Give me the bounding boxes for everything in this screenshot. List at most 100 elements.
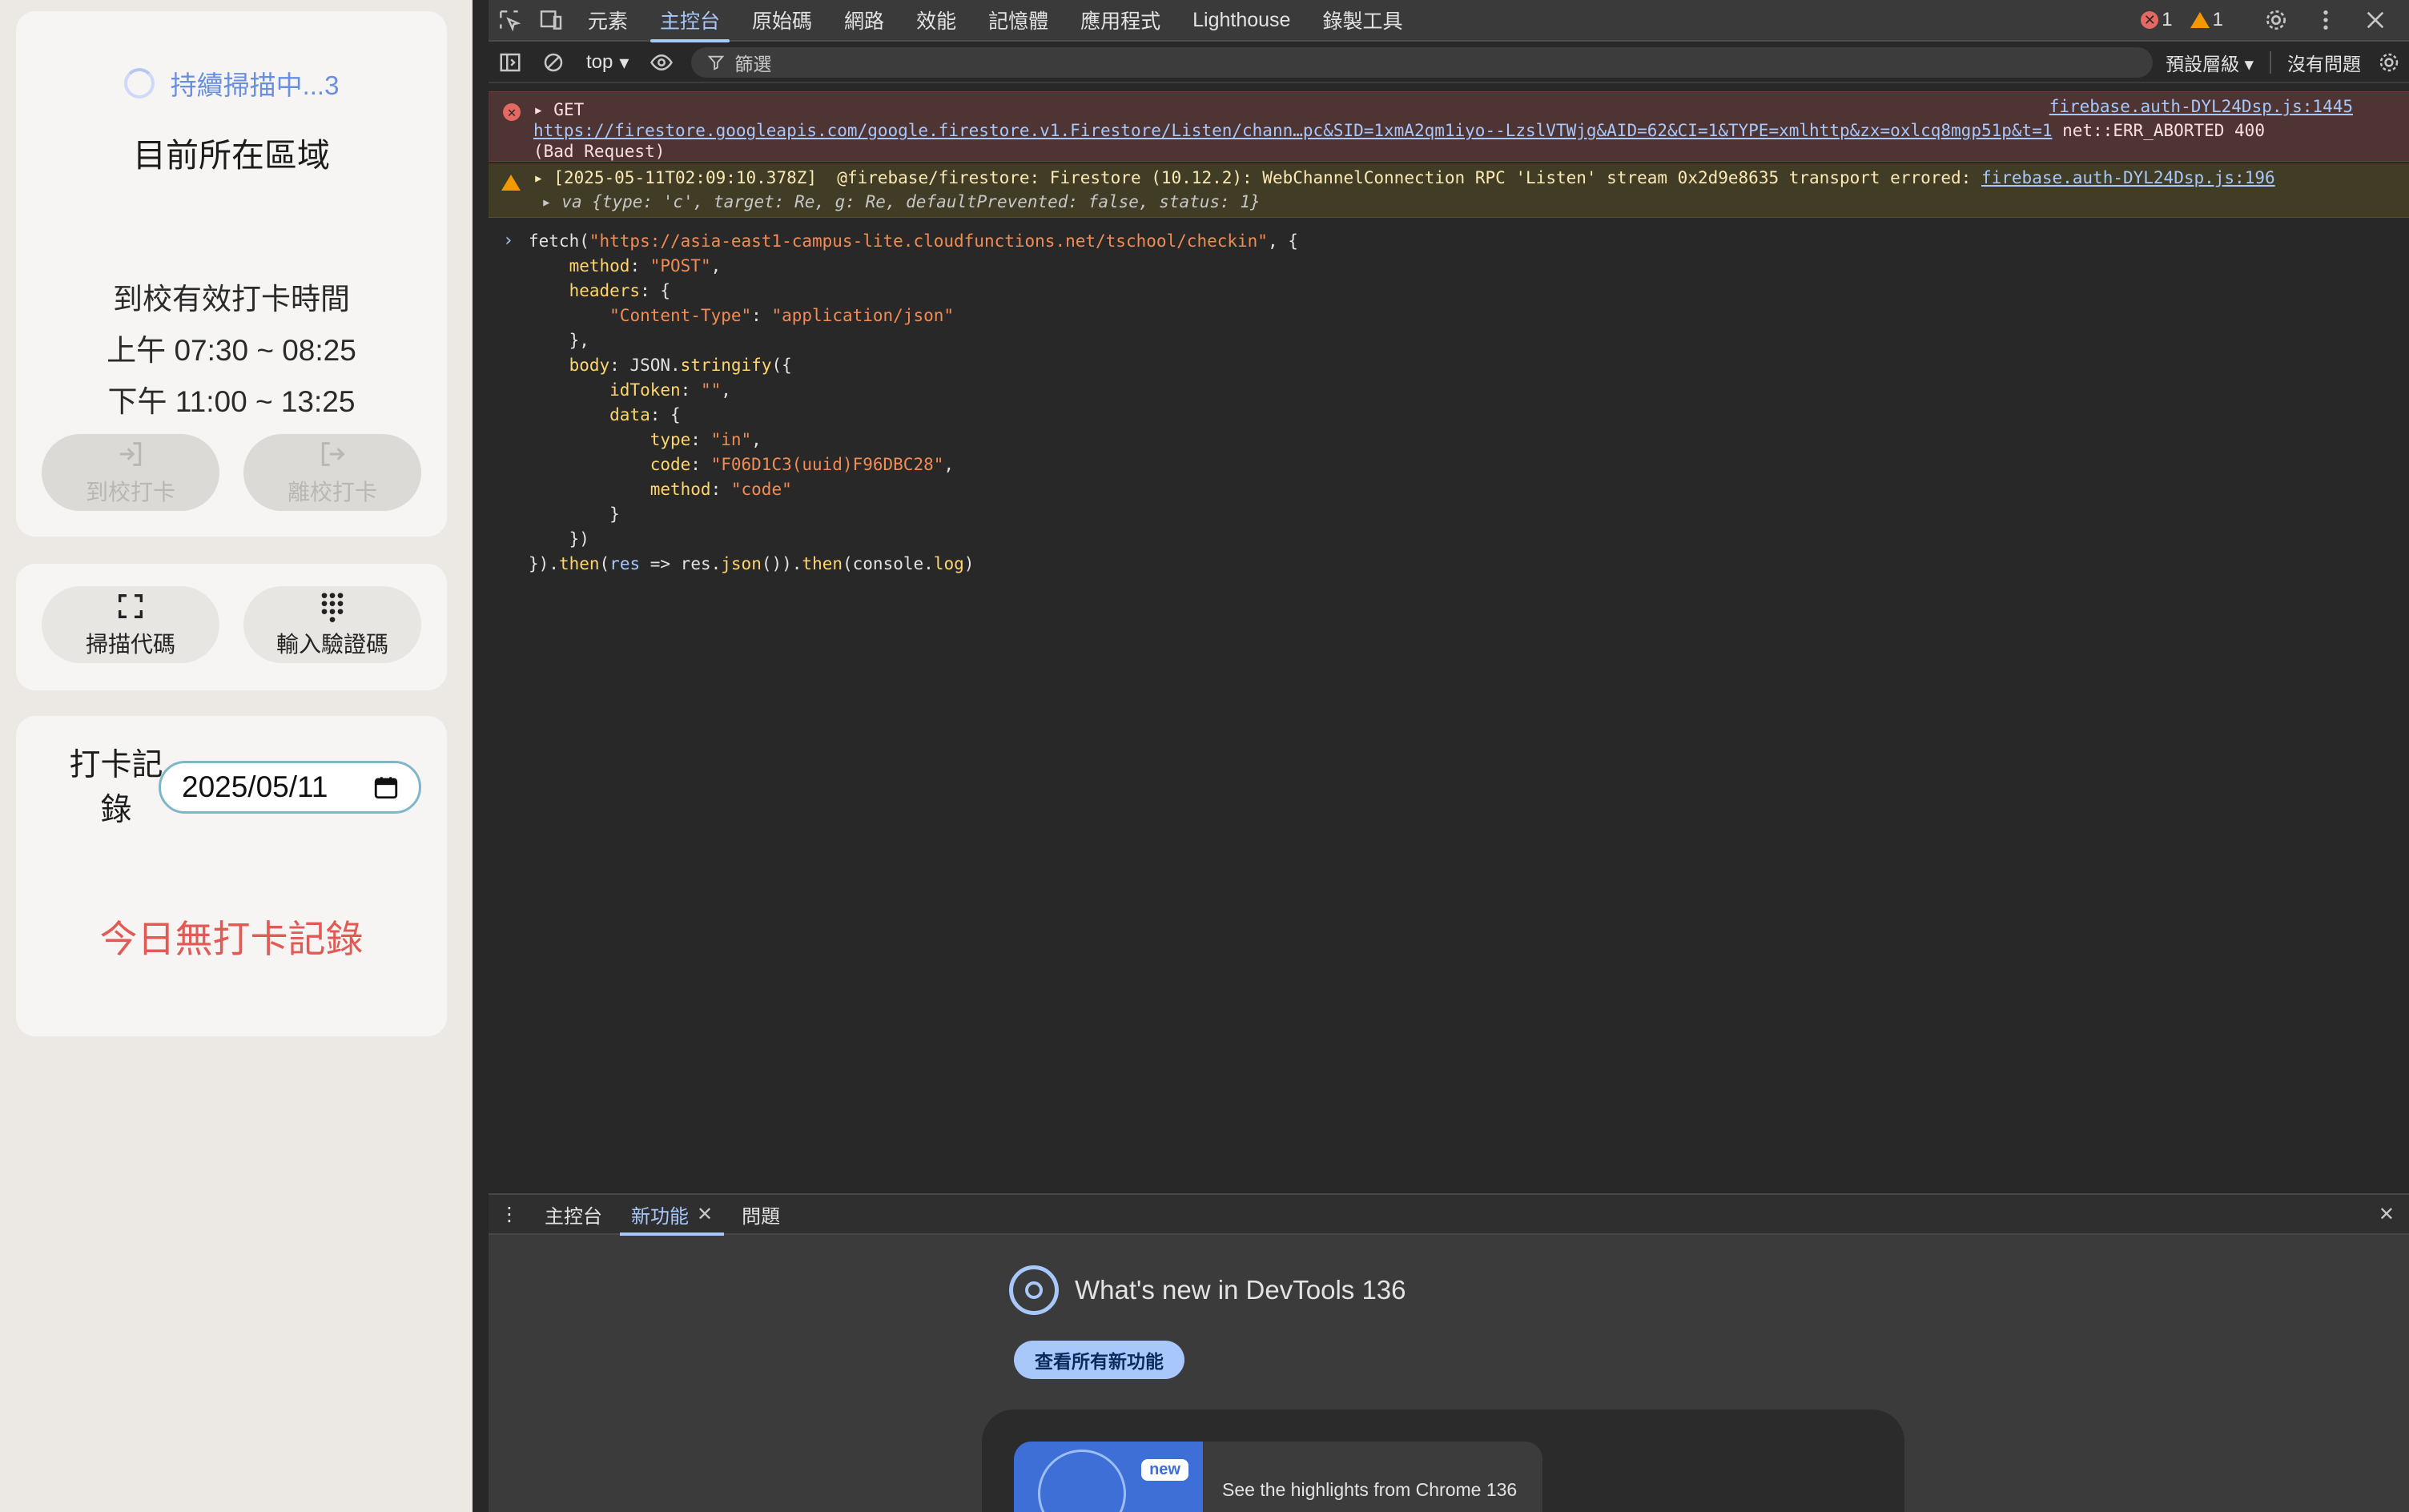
warning-count: 1 <box>2212 9 2223 30</box>
error-url-line: https://firestore.googleapis.com/google.… <box>533 119 2265 142</box>
drawer-tab-whats-new-label: 新功能 <box>631 1205 689 1228</box>
error-url-link[interactable]: https://firestore.googleapis.com/google.… <box>533 121 2052 140</box>
tab-performance[interactable]: 效能 <box>900 0 972 41</box>
afternoon-time-range: 下午 11:00 ~ 13:25 <box>107 385 356 418</box>
drawer-menu-icon[interactable]: ⋮ <box>489 1194 530 1234</box>
checkin-button-label: 到校打卡 <box>85 480 175 505</box>
sidebar-toggle-icon[interactable] <box>489 42 532 82</box>
warning-text-line: ▸ [2025-05-11T02:09:10.378Z] @firebase/f… <box>533 168 2275 187</box>
enter-code-button[interactable]: 輸入驗證碼 <box>243 586 421 663</box>
checkout-button[interactable]: 離校打卡 <box>243 434 421 511</box>
drawer-tab-issues[interactable]: 問題 <box>727 1194 794 1234</box>
console-prompt-icon: › <box>503 231 514 251</box>
date-value: 2025/05/11 <box>182 770 328 803</box>
checkout-button-label: 離校打卡 <box>287 480 377 505</box>
error-icon: ✕ <box>503 103 521 121</box>
actions-card: 掃描代碼 輸入驗證碼 <box>16 564 447 690</box>
checkin-time-title: 到校有效打卡時間 <box>113 283 350 316</box>
scan-status-text: 持續掃描中...3 <box>170 70 340 100</box>
console-input-editor[interactable]: fetch("https://asia-east1-campus-lite.cl… <box>529 229 1298 577</box>
close-tab-icon[interactable]: ✕ <box>697 1203 713 1226</box>
warning-detail[interactable]: ▸ va {type: 'c', target: Re, g: Re, defa… <box>541 191 1261 213</box>
highlight-tile[interactable]: new See the highlights from Chrome 136 <box>1014 1442 1542 1512</box>
devtools-drawer: ⋮ 主控台 新功能 ✕ 問題 ✕ What's new in DevTools 1… <box>489 1193 2409 1512</box>
error-count-badge[interactable]: ✕ 1 <box>2141 9 2173 31</box>
close-drawer-icon[interactable]: ✕ <box>2364 1194 2409 1234</box>
tab-lighthouse[interactable]: Lighthouse <box>1176 0 1306 41</box>
drawer-tabbar: ⋮ 主控台 新功能 ✕ 問題 ✕ <box>489 1193 2409 1236</box>
settings-gear-icon[interactable] <box>2255 0 2297 41</box>
context-selector[interactable]: top ▾ <box>575 51 640 74</box>
drawer-tab-console[interactable]: 主控台 <box>530 1194 617 1234</box>
new-badge: new <box>1141 1459 1188 1481</box>
error-icon: ✕ <box>2141 11 2159 29</box>
more-options-icon[interactable] <box>2305 0 2347 41</box>
loading-spinner-icon <box>123 68 155 99</box>
scan-code-button[interactable]: 掃描代碼 <box>42 586 219 663</box>
checkin-button[interactable]: 到校打卡 <box>42 434 219 511</box>
warning-icon <box>2190 12 2210 28</box>
tab-memory[interactable]: 記憶體 <box>972 0 1064 41</box>
feature-card: new See the highlights from Chrome 136 <box>982 1409 1904 1512</box>
clear-console-icon[interactable] <box>532 42 575 82</box>
drawer-tab-whats-new[interactable]: 新功能 ✕ <box>617 1194 727 1236</box>
close-devtools-icon[interactable] <box>2355 0 2396 41</box>
error-source-link[interactable]: firebase.auth-DYL24Dsp.js:1445 <box>2049 95 2353 118</box>
console-error-message: ✕ ▸ GET firebase.auth-DYL24Dsp.js:1445 h… <box>489 91 2409 162</box>
scan-code-label: 掃描代碼 <box>85 632 175 657</box>
scan-frame-icon <box>119 594 143 618</box>
enter-code-label: 輸入驗證碼 <box>275 632 388 657</box>
console-settings-gear-icon[interactable] <box>2377 50 2401 74</box>
log-levels-dropdown[interactable]: 預設層級 ▾ <box>2166 49 2254 76</box>
records-card: 打卡記錄 2025/05/11 今日無打卡記錄 <box>16 716 447 1036</box>
tab-sources[interactable]: 原始碼 <box>736 0 828 41</box>
checkin-app: 持續掃描中...3 目前所在區域 到校有效打卡時間 上午 07:30 ~ 08:… <box>0 0 473 1512</box>
warning-count-badge[interactable]: 1 <box>2190 9 2223 31</box>
error-method-text: GET <box>553 100 585 119</box>
tab-network[interactable]: 網路 <box>828 0 900 41</box>
whats-new-title: What's new in DevTools 136 <box>1075 1275 1406 1305</box>
console-warning-message: ▸ [2025-05-11T02:09:10.378Z] @firebase/f… <box>489 163 2409 218</box>
issues-counter[interactable]: 沒有問題 <box>2287 49 2361 76</box>
filter-icon <box>708 55 725 70</box>
checkin-time-block: 到校有效打卡時間 上午 07:30 ~ 08:25 下午 11:00 ~ 13:… <box>16 274 447 428</box>
error-method: ▸ GET <box>533 100 585 119</box>
filter-placeholder: 篩選 <box>734 54 772 74</box>
warning-icon <box>501 175 521 191</box>
tab-elements[interactable]: 元素 <box>572 0 644 41</box>
context-value: top <box>586 51 613 73</box>
error-status-detail: (Bad Request) <box>533 142 666 161</box>
console-toolbar: top ▾ 篩選 預設層級 ▾ 沒有問題 <box>489 43 2409 83</box>
log-levels-label: 預設層級 <box>2166 54 2240 74</box>
status-card: 持續掃描中...3 目前所在區域 到校有效打卡時間 上午 07:30 ~ 08:… <box>16 11 447 537</box>
device-toolbar-icon[interactable] <box>530 0 572 41</box>
live-expression-eye-icon[interactable] <box>640 42 683 82</box>
warning-source-link[interactable]: firebase.auth-DYL24Dsp.js:196 <box>1981 168 2275 187</box>
chrome-logo-icon <box>1009 1265 1059 1315</box>
console-filter-input[interactable]: 篩選 <box>691 47 2154 78</box>
see-all-features-button[interactable]: 查看所有新功能 <box>1014 1341 1184 1379</box>
whats-new-header: What's new in DevTools 136 <box>1009 1265 1406 1315</box>
highlight-text: See the highlights from Chrome 136 <box>1222 1478 1518 1500</box>
error-status: net::ERR_ABORTED 400 <box>2052 121 2265 140</box>
warning-text: [2025-05-11T02:09:10.378Z] @firebase/fir… <box>553 168 1972 187</box>
console-output[interactable]: ✕ ▸ GET firebase.auth-DYL24Dsp.js:1445 h… <box>489 85 2409 1192</box>
tab-recorder[interactable]: 錄製工具 <box>1306 0 1418 41</box>
chrome-ring-icon <box>1038 1450 1126 1512</box>
keypad-icon <box>321 593 344 622</box>
morning-time-range: 上午 07:30 ~ 08:25 <box>107 334 356 367</box>
calendar-icon[interactable] <box>372 774 400 801</box>
inspect-element-icon[interactable] <box>489 0 530 41</box>
date-picker-input[interactable]: 2025/05/11 <box>159 761 421 814</box>
tab-application[interactable]: 應用程式 <box>1064 0 1176 41</box>
no-record-message: 今日無打卡記錄 <box>99 918 364 960</box>
warning-detail-text: va {type: 'c', target: Re, g: Re, defaul… <box>561 192 1261 211</box>
tab-console[interactable]: 主控台 <box>644 0 736 42</box>
dropdown-arrow-icon: ▾ <box>619 51 629 74</box>
login-icon <box>119 442 142 466</box>
highlight-thumbnail: new <box>1014 1442 1203 1512</box>
toolbar-divider <box>2270 51 2271 74</box>
devtools-panel: 元素 主控台 原始碼 網路 效能 記憶體 應用程式 Lighthouse 錄製工… <box>473 0 2409 1512</box>
scan-status: 持續掃描中...3 <box>16 64 447 103</box>
error-count: 1 <box>2162 9 2173 30</box>
